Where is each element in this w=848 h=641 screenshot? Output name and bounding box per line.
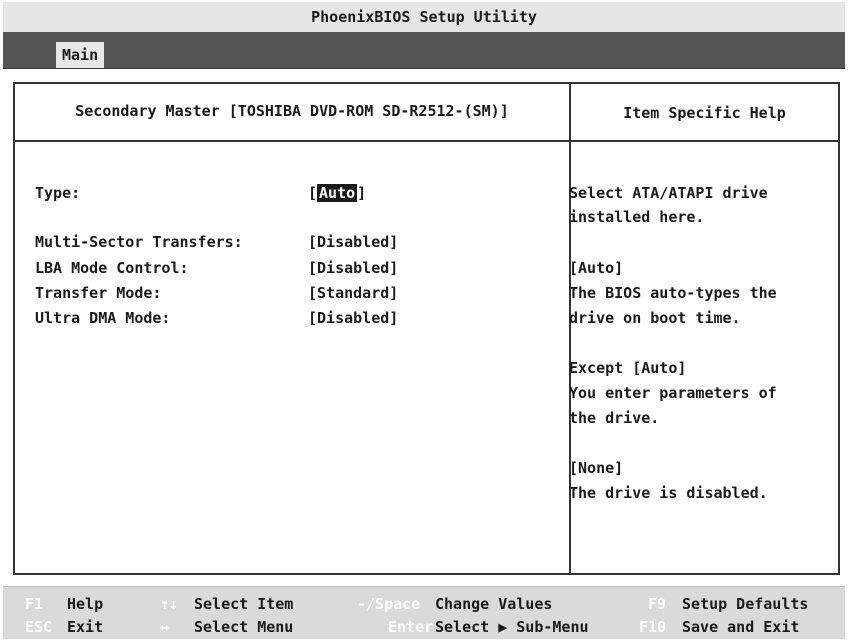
key-space: -/Space xyxy=(357,595,421,613)
selected-value[interactable]: Auto xyxy=(317,184,358,202)
header-divider xyxy=(15,140,838,142)
setting-label-type: Type: xyxy=(35,184,81,202)
key-esc: ESC xyxy=(25,618,53,636)
key-f1: F1 xyxy=(25,595,44,613)
setting-label-multi-sector: Multi-Sector Transfers: xyxy=(35,233,243,251)
help-line: Except [Auto] xyxy=(569,359,687,377)
setting-label-ultra-dma: Ultra DMA Mode: xyxy=(35,309,171,327)
action-select-item: Select Item xyxy=(194,595,294,613)
help-line: The BIOS auto-types the xyxy=(569,284,777,302)
menu-bar: Main xyxy=(3,32,845,69)
setting-value-transfer-mode[interactable]: [Standard] xyxy=(308,284,398,302)
help-line: [Auto] xyxy=(569,259,624,277)
action-select-menu: Select Menu xyxy=(194,618,294,636)
action-change-values: Change Values xyxy=(435,595,553,613)
key-enter: Enter xyxy=(388,618,434,636)
action-save-exit: Save and Exit xyxy=(682,618,800,636)
key-f10: F10 xyxy=(639,618,667,636)
action-setup-defaults: Setup Defaults xyxy=(682,595,809,613)
help-line: drive on boot time. xyxy=(569,309,741,327)
tab-main[interactable]: Main xyxy=(56,42,105,68)
key-up-down: ↑↓ xyxy=(160,595,179,613)
help-line: installed here. xyxy=(569,208,705,226)
help-header: Item Specific Help xyxy=(623,104,786,122)
help-line: The drive is disabled. xyxy=(569,484,768,502)
footer-keys: F1 Help ↑↓ Select Item -/Space Change Va… xyxy=(3,586,845,639)
setting-value-ultra-dma[interactable]: [Disabled] xyxy=(308,309,398,327)
action-sub-menu: Select ▶ Sub-Menu xyxy=(435,618,589,636)
key-left-right: ↔ xyxy=(160,618,170,636)
setting-value-lba-mode[interactable]: [Disabled] xyxy=(308,259,398,277)
window-title: PhoenixBIOS Setup Utility xyxy=(3,2,845,32)
action-exit: Exit xyxy=(67,618,104,636)
setting-label-lba-mode: LBA Mode Control: xyxy=(35,259,189,277)
action-help: Help xyxy=(67,595,104,613)
help-line: Select ATA/ATAPI drive xyxy=(569,184,768,202)
device-header: Secondary Master [TOSHIBA DVD-ROM SD-R25… xyxy=(75,102,509,120)
setting-label-transfer-mode: Transfer Mode: xyxy=(35,284,162,302)
setting-value-multi-sector[interactable]: [Disabled] xyxy=(308,233,398,251)
setting-value-type[interactable]: [Auto] xyxy=(308,184,366,202)
key-f9: F9 xyxy=(648,595,667,613)
help-line: You enter parameters of xyxy=(569,384,777,402)
help-line: the drive. xyxy=(569,409,660,427)
help-line: [None] xyxy=(569,459,624,477)
